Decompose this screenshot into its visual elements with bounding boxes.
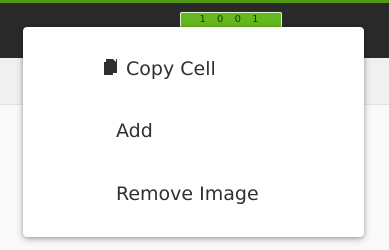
copy-icon xyxy=(104,58,118,77)
menu-item-label: Copy Cell xyxy=(126,58,216,80)
menu-item-add[interactable]: Add xyxy=(23,111,364,151)
header-badge: 1 0 0 1 xyxy=(180,12,282,28)
menu-item-remove-image[interactable]: Remove Image xyxy=(23,174,364,214)
context-menu: Copy Cell Add Remove Image xyxy=(23,27,364,237)
menu-item-label: Remove Image xyxy=(116,183,259,205)
menu-item-copy-cell[interactable]: Copy Cell xyxy=(23,49,364,89)
menu-item-label: Add xyxy=(116,120,153,142)
